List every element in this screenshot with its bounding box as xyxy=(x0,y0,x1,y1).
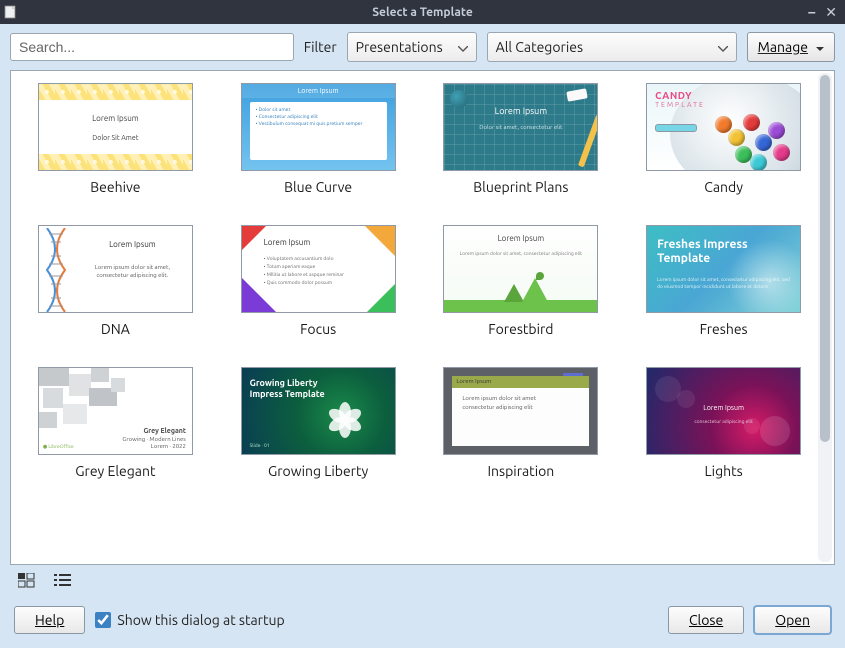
minimize-button[interactable]: – xyxy=(808,4,815,21)
show-at-startup-checkbox[interactable]: Show this dialog at startup xyxy=(95,612,284,628)
template-label: Beehive xyxy=(31,179,200,195)
view-mode-switcher xyxy=(0,571,845,598)
template-item-freshes[interactable]: Freshes Impress Template Lorem ipsum dol… xyxy=(639,225,808,337)
template-thumbnail: Lorem Ipsum Lorem ipsum dolor sit amet, … xyxy=(38,225,193,313)
template-label: Blue Curve xyxy=(234,179,403,195)
template-label: Lights xyxy=(639,463,808,479)
search-input[interactable] xyxy=(10,33,294,61)
titlebar: Select a Template – ✕ xyxy=(0,0,845,24)
template-item-greyelegant[interactable]: Grey ElegantGrowing · Modern Lines Lorem… xyxy=(31,367,200,479)
show-at-startup-input[interactable] xyxy=(95,612,111,628)
template-item-focus[interactable]: Lorem Ipsum • Voluptatem accusantium dol… xyxy=(234,225,403,337)
chevron-down-icon xyxy=(458,39,468,55)
template-thumbnail: Lorem Ipsum Lorem ipsum dolor sit amet, … xyxy=(443,225,598,313)
caret-down-icon xyxy=(816,39,824,55)
template-item-dna[interactable]: Lorem Ipsum Lorem ipsum dolor sit amet, … xyxy=(31,225,200,337)
template-item-bluecurve[interactable]: Lorem Ipsum • Dolor sit amet • Consectet… xyxy=(234,83,403,195)
bottom-bar: Help Show this dialog at startup Close O… xyxy=(0,598,845,648)
template-thumbnail: Freshes Impress Template Lorem ipsum dol… xyxy=(646,225,801,313)
template-label: Inspiration xyxy=(437,463,606,479)
template-label: DNA xyxy=(31,321,200,337)
template-label: Candy xyxy=(639,179,808,195)
template-label: Freshes xyxy=(639,321,808,337)
help-button[interactable]: Help xyxy=(14,606,85,634)
template-label: Forestbird xyxy=(437,321,606,337)
filter-category-value: All Categories xyxy=(496,39,583,55)
template-item-blueprint[interactable]: Lorem Ipsum Dolor sit amet, consectetur … xyxy=(437,83,606,195)
chevron-down-icon xyxy=(718,39,728,55)
template-label: Growing Liberty xyxy=(234,463,403,479)
template-label: Grey Elegant xyxy=(31,463,200,479)
show-at-startup-label: Show this dialog at startup xyxy=(117,612,284,628)
manage-label: Manage xyxy=(758,39,808,55)
template-thumbnail: Lorem Ipsum • Dolor sit amet • Consectet… xyxy=(241,83,396,171)
filter-label: Filter xyxy=(304,39,337,55)
window-title: Select a Template xyxy=(0,6,845,19)
template-thumbnail: Grey ElegantGrowing · Modern Lines Lorem… xyxy=(38,367,193,455)
template-thumbnail: Lorem Ipsum Dolor sit amet, consectetur … xyxy=(443,83,598,171)
template-label: Blueprint Plans xyxy=(437,179,606,195)
template-thumbnail: Lorem Ipsum consectetur adipiscing elit xyxy=(646,367,801,455)
template-thumbnail: Lorem Ipsum Lorem ipsum dolor sit amet c… xyxy=(443,367,598,455)
template-item-inspiration[interactable]: Lorem Ipsum Lorem ipsum dolor sit amet c… xyxy=(437,367,606,479)
template-thumbnail: Growing Liberty Impress Template Slide ·… xyxy=(241,367,396,455)
close-window-button[interactable]: ✕ xyxy=(825,4,837,21)
app-icon xyxy=(0,5,20,19)
template-item-candy[interactable]: CANDYTEMPLATE Candy xyxy=(639,83,808,195)
manage-button[interactable]: Manage xyxy=(747,32,835,62)
template-item-forestbird[interactable]: Lorem Ipsum Lorem ipsum dolor sit amet, … xyxy=(437,225,606,337)
template-list: Lorem Ipsum Dolor Sit Amet Beehive Lorem… xyxy=(10,70,835,565)
filter-type-dropdown[interactable]: Presentations xyxy=(347,32,477,62)
template-thumbnail: Lorem Ipsum Dolor Sit Amet xyxy=(38,83,193,171)
filter-category-dropdown[interactable]: All Categories xyxy=(487,32,737,62)
list-view-icon[interactable] xyxy=(54,573,72,592)
template-item-beehive[interactable]: Lorem Ipsum Dolor Sit Amet Beehive xyxy=(31,83,200,195)
template-thumbnail: CANDYTEMPLATE xyxy=(646,83,801,171)
scrollbar[interactable] xyxy=(818,73,832,562)
open-button[interactable]: Open xyxy=(754,606,831,634)
toolbar: Filter Presentations All Categories Mana… xyxy=(0,24,845,70)
template-label: Focus xyxy=(234,321,403,337)
template-item-lights[interactable]: Lorem Ipsum consectetur adipiscing elit … xyxy=(639,367,808,479)
template-item-growingliberty[interactable]: Growing Liberty Impress Template Slide ·… xyxy=(234,367,403,479)
template-thumbnail: Lorem Ipsum • Voluptatem accusantium dol… xyxy=(241,225,396,313)
close-button[interactable]: Close xyxy=(668,606,744,634)
thumbnail-view-icon[interactable] xyxy=(18,573,36,592)
filter-type-value: Presentations xyxy=(356,39,443,55)
